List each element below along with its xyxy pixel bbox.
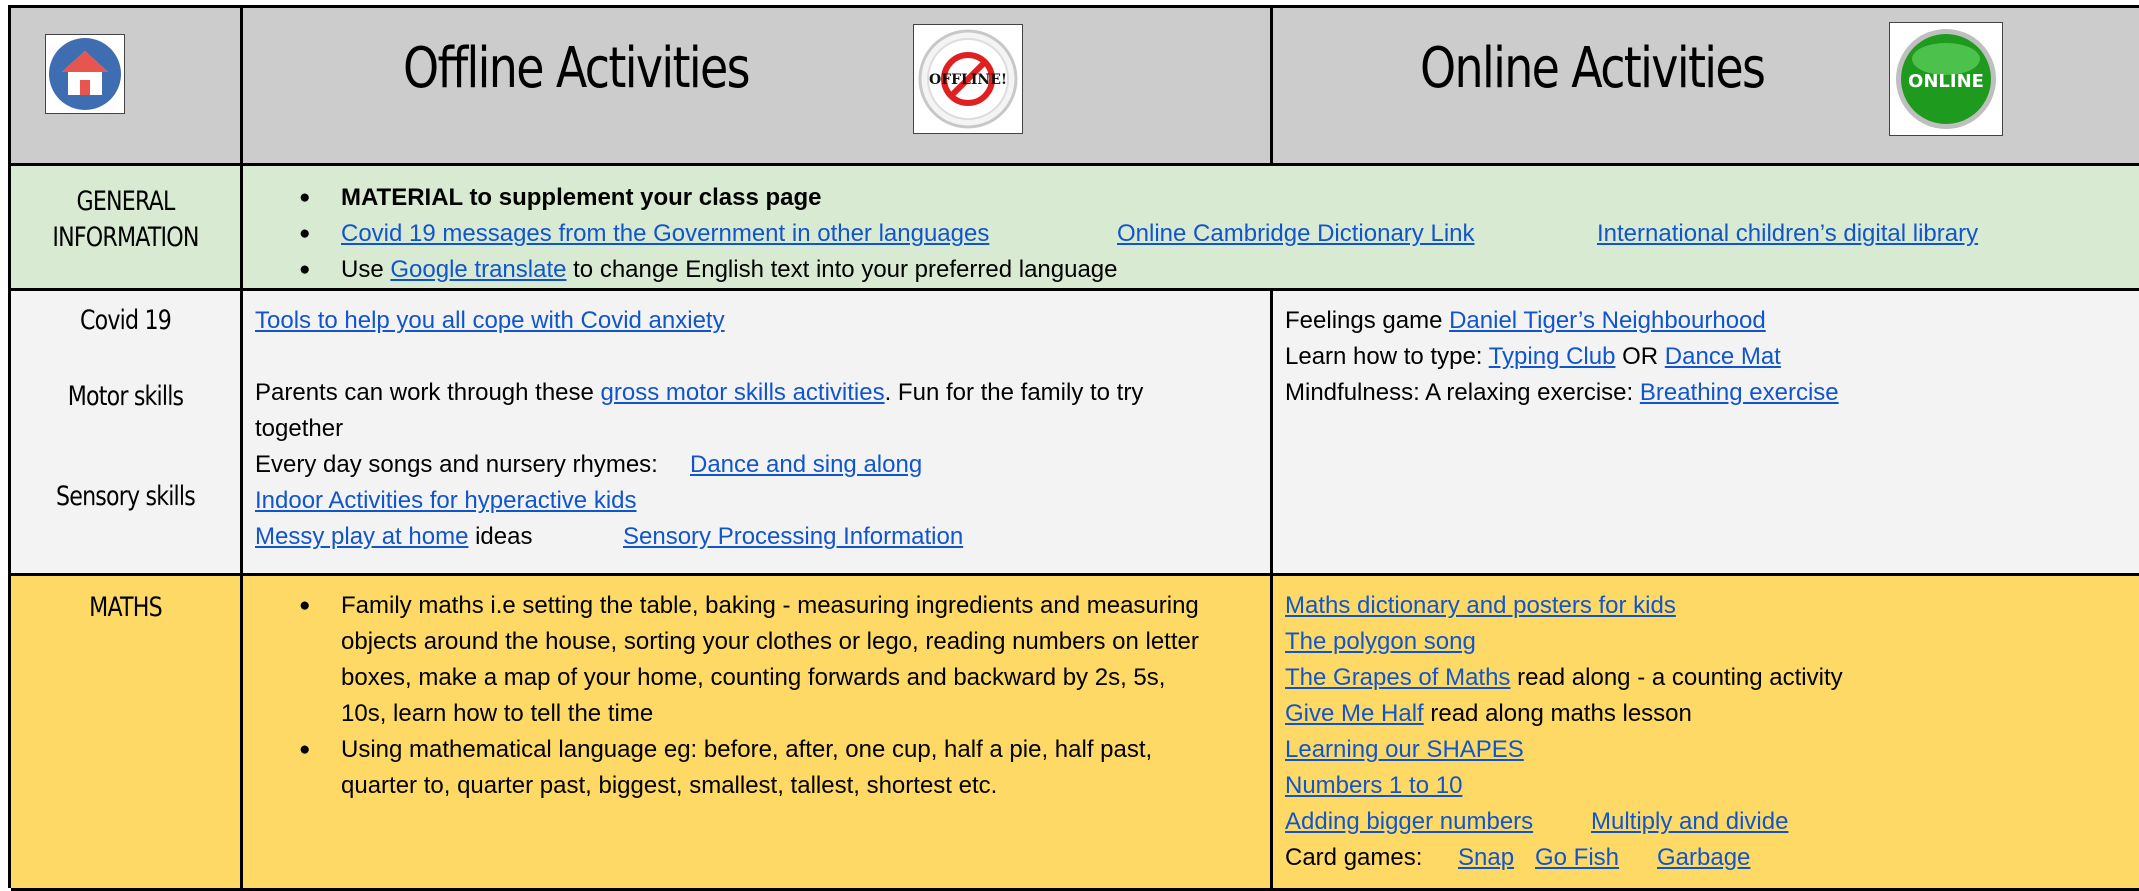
- covid-offline-content: Tools to help you all cope with Covid an…: [243, 291, 1273, 576]
- maths-label-cell: MATHS: [11, 576, 243, 891]
- adding-line: Adding bigger numbers Multiply and divide: [1285, 804, 2135, 840]
- online-header: Online Activities ONLINE: [1273, 8, 2139, 166]
- online-title: Online Activities: [1420, 36, 1766, 101]
- maths-label: MATHS: [89, 592, 162, 623]
- home-icon: [49, 38, 121, 110]
- general-label-line2: INFORMATION: [52, 222, 199, 253]
- motor-skills-line: Parents can work through these gross mot…: [255, 379, 1144, 406]
- offline-title: Offline Activities: [403, 36, 751, 101]
- motor-skills-line2: together: [255, 415, 344, 442]
- grapes-line: The Grapes of Maths read along - a count…: [1285, 664, 1843, 691]
- general-list: MATERIAL to supplement your class page C…: [243, 180, 2139, 288]
- general-content: MATERIAL to supplement your class page C…: [243, 166, 2139, 291]
- mindfulness-line: Mindfulness: A relaxing exercise: Breath…: [1285, 379, 1839, 406]
- google-translate-link[interactable]: Google translate: [390, 256, 566, 283]
- numbers-link[interactable]: Numbers 1 to 10: [1285, 772, 1462, 799]
- online-badge-text: ONLINE: [1908, 71, 1984, 92]
- childrens-library-link[interactable]: International children’s digital library: [1597, 216, 1978, 252]
- dance-sing-link[interactable]: Dance and sing along: [690, 447, 922, 483]
- snap-link[interactable]: Snap: [1458, 840, 1514, 876]
- home-button[interactable]: [45, 34, 125, 114]
- go-fish-link[interactable]: Go Fish: [1535, 840, 1619, 876]
- breathing-exercise-link[interactable]: Breathing exercise: [1640, 379, 1839, 406]
- sensory-skills-label: Sensory skills: [56, 481, 196, 512]
- gross-motor-link[interactable]: gross motor skills activities: [601, 379, 885, 406]
- offline-badge-text: OFFLINE!: [929, 72, 1007, 88]
- give-me-half-link[interactable]: Give Me Half: [1285, 700, 1424, 727]
- covid-languages-link[interactable]: Covid 19 messages from the Government in…: [341, 216, 989, 252]
- covid-online-content: Feelings game Daniel Tiger’s Neighbourho…: [1273, 291, 2139, 576]
- general-bullet-links: Covid 19 messages from the Government in…: [243, 216, 2139, 252]
- maths-offline-content: Family maths i.e setting the table, baki…: [243, 576, 1273, 891]
- offline-badge: OFFLINE!: [913, 24, 1023, 134]
- learning-shapes-link[interactable]: Learning our SHAPES: [1285, 736, 1524, 763]
- feelings-line: Feelings game Daniel Tiger’s Neighbourho…: [1285, 307, 1766, 334]
- maths-online-text: Maths dictionary and posters for kids Th…: [1285, 588, 2135, 876]
- songs-line: Every day songs and nursery rhymes: Dance…: [255, 447, 1255, 483]
- adding-numbers-link[interactable]: Adding bigger numbers: [1285, 808, 1533, 835]
- online-badge: ONLINE: [1889, 22, 2003, 136]
- activities-table: Offline Activities OFFLINE! Online Activ…: [8, 5, 2139, 891]
- polygon-song-link[interactable]: The polygon song: [1285, 628, 1476, 655]
- covid-label: Covid 19: [80, 305, 172, 336]
- general-bullet-material: MATERIAL to supplement your class page: [243, 180, 2139, 216]
- maths-offline-list: Family maths i.e setting the table, baki…: [243, 588, 1203, 804]
- covid-online-text: Feelings game Daniel Tiger’s Neighbourho…: [1285, 303, 2135, 411]
- offline-header: Offline Activities OFFLINE!: [243, 8, 1273, 166]
- multiply-divide-link[interactable]: Multiply and divide: [1591, 804, 1788, 840]
- cambridge-dictionary-link[interactable]: Online Cambridge Dictionary Link: [1117, 216, 1475, 252]
- card-games-line: Card games: Snap Go Fish Garbage: [1285, 840, 2135, 876]
- covid-offline-text: Tools to help you all cope with Covid an…: [255, 303, 1255, 555]
- general-label-cell: GENERAL INFORMATION: [11, 166, 243, 291]
- typing-club-link[interactable]: Typing Club: [1489, 343, 1616, 370]
- grapes-of-maths-link[interactable]: The Grapes of Maths: [1285, 664, 1510, 691]
- offline-icon: OFFLINE!: [918, 29, 1018, 129]
- motor-skills-label: Motor skills: [67, 381, 184, 412]
- dance-mat-link[interactable]: Dance Mat: [1665, 343, 1781, 370]
- messy-play-link[interactable]: Messy play at home: [255, 523, 468, 550]
- maths-dictionary-link[interactable]: Maths dictionary and posters for kids: [1285, 592, 1676, 619]
- general-label: GENERAL INFORMATION: [32, 184, 220, 256]
- home-cell: [11, 8, 243, 166]
- general-bullet-translate: Use Google translate to change English t…: [243, 252, 2139, 288]
- covid-label-cell: Covid 19 Motor skills Sensory skills: [11, 291, 243, 576]
- messy-play-line: Messy play at home ideas Sensory Processi…: [255, 519, 1255, 555]
- daniel-tiger-link[interactable]: Daniel Tiger’s Neighbourhood: [1449, 307, 1766, 334]
- sensory-processing-link[interactable]: Sensory Processing Information: [623, 519, 963, 555]
- online-icon: ONLINE: [1896, 29, 1996, 129]
- garbage-link[interactable]: Garbage: [1657, 840, 1750, 876]
- general-label-line1: GENERAL: [76, 186, 176, 217]
- indoor-activities-link[interactable]: Indoor Activities for hyperactive kids: [255, 487, 637, 514]
- typing-line: Learn how to type: Typing Club OR Dance …: [1285, 343, 1781, 370]
- give-half-line: Give Me Half read along maths lesson: [1285, 700, 1692, 727]
- math-language-bullet: Using mathematical language eg: before, …: [243, 732, 1203, 804]
- maths-online-content: Maths dictionary and posters for kids Th…: [1273, 576, 2139, 891]
- covid-anxiety-link[interactable]: Tools to help you all cope with Covid an…: [255, 307, 725, 334]
- family-maths-bullet: Family maths i.e setting the table, baki…: [243, 588, 1203, 732]
